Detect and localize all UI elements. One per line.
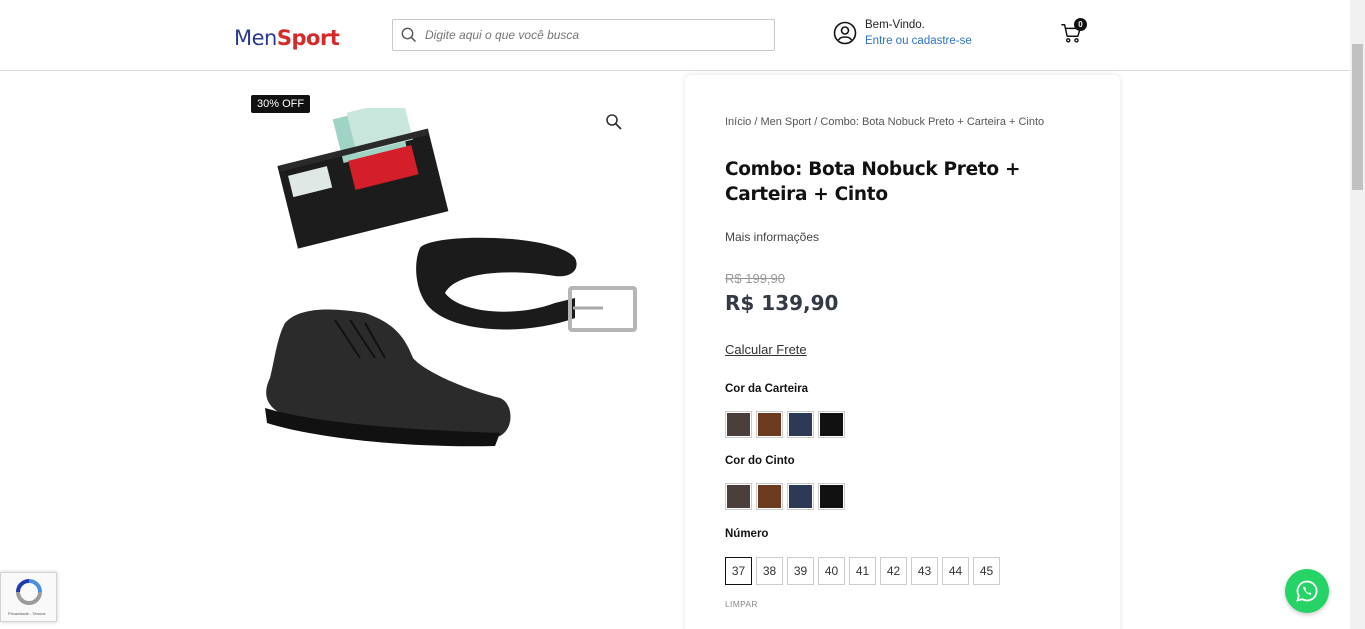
recaptcha-badge[interactable]: Privacidade - Termos xyxy=(0,572,57,622)
breadcrumb-separator: / xyxy=(811,116,821,128)
more-info-link[interactable]: Mais informações xyxy=(725,230,819,244)
product-image[interactable] xyxy=(255,108,645,478)
account-area[interactable]: Bem-Vindo. Entre ou cadastre-se xyxy=(833,17,972,49)
wallet-color-swatch[interactable] xyxy=(787,411,814,438)
belt-color-swatches xyxy=(725,483,845,510)
recaptcha-icon xyxy=(16,579,42,605)
logo-sport: Sport xyxy=(276,26,340,50)
welcome-text: Bem-Vindo. xyxy=(865,19,925,31)
user-icon[interactable] xyxy=(833,21,857,45)
product-title: Combo: Bota Nobuck Preto + Carteira + Ci… xyxy=(725,159,1021,205)
belt-color-label: Cor do Cinto xyxy=(725,455,795,467)
belt-color-swatch[interactable] xyxy=(787,483,814,510)
size-option[interactable]: 37 xyxy=(725,557,752,585)
size-option[interactable]: 39 xyxy=(787,557,814,585)
search-bar[interactable] xyxy=(392,19,775,51)
cart-button[interactable]: 0 xyxy=(1060,18,1087,46)
cart-count-badge: 0 xyxy=(1074,18,1087,31)
search-input[interactable] xyxy=(425,28,755,42)
site-logo[interactable]: MenSport xyxy=(234,26,340,50)
wallet-color-swatch[interactable] xyxy=(756,411,783,438)
login-link[interactable]: Entre ou cadastre-se xyxy=(865,33,972,49)
breadcrumb: Início / Men Sport / Combo: Bota Nobuck … xyxy=(725,116,1044,128)
size-label: Número xyxy=(725,528,769,540)
size-option[interactable]: 44 xyxy=(942,557,969,585)
size-options: 37 38 39 40 41 42 43 44 45 xyxy=(725,557,1000,585)
wallet-color-label: Cor da Carteira xyxy=(725,383,809,395)
belt-color-swatch[interactable] xyxy=(725,483,752,510)
zoom-icon[interactable] xyxy=(605,113,623,131)
size-option[interactable]: 43 xyxy=(911,557,938,585)
wallet-color-swatch[interactable] xyxy=(725,411,752,438)
site-header: MenSport Bem-Vindo. Entre ou cadastre-se… xyxy=(0,0,1350,71)
clear-selection-link[interactable]: LIMPAR xyxy=(725,599,758,609)
size-option[interactable]: 45 xyxy=(973,557,1000,585)
belt-color-swatch[interactable] xyxy=(756,483,783,510)
breadcrumb-current: Combo: Bota Nobuck Preto + Carteira + Ci… xyxy=(820,116,1045,128)
size-option[interactable]: 40 xyxy=(818,557,845,585)
old-price: R$ 199,90 xyxy=(725,271,785,286)
scrollbar-thumb[interactable] xyxy=(1352,44,1363,190)
recaptcha-text[interactable]: Privacidade - Termos xyxy=(8,611,46,616)
size-option[interactable]: 38 xyxy=(756,557,783,585)
wallet-color-swatch[interactable] xyxy=(818,411,845,438)
current-price: R$ 139,90 xyxy=(725,291,839,315)
calculate-shipping-link[interactable]: Calcular Frete xyxy=(725,342,807,357)
product-info-card: Início / Men Sport / Combo: Bota Nobuck … xyxy=(685,75,1120,629)
breadcrumb-category[interactable]: Men Sport xyxy=(760,116,811,128)
search-icon[interactable] xyxy=(393,20,425,50)
size-option[interactable]: 41 xyxy=(849,557,876,585)
whatsapp-icon xyxy=(1296,580,1318,602)
page-scrollbar[interactable] xyxy=(1350,0,1365,629)
wallet-color-swatches xyxy=(725,411,845,438)
logo-men: Men xyxy=(234,26,277,50)
whatsapp-button[interactable] xyxy=(1285,569,1329,613)
breadcrumb-home[interactable]: Início xyxy=(725,116,751,128)
belt-color-swatch[interactable] xyxy=(818,483,845,510)
size-option[interactable]: 42 xyxy=(880,557,907,585)
